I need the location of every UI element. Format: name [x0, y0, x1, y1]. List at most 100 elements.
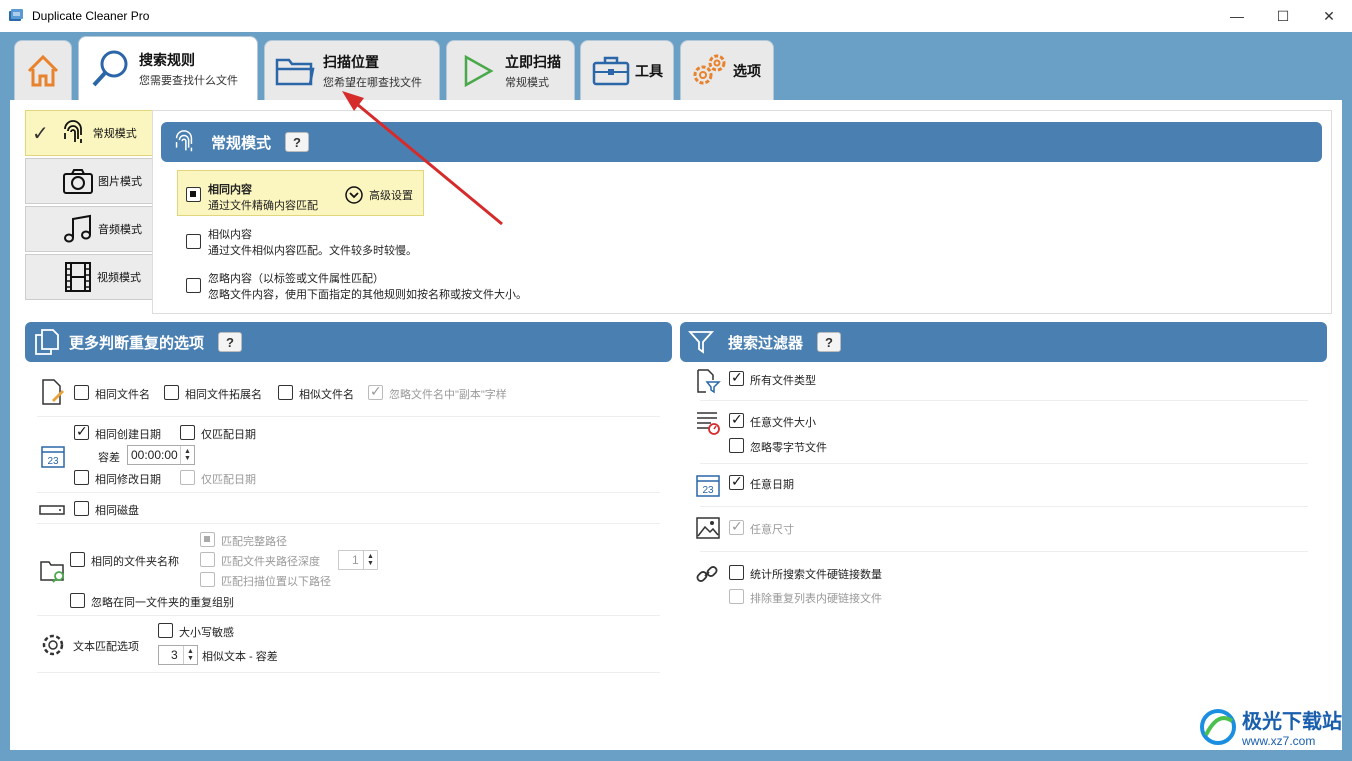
close-button[interactable]: ✕ — [1306, 0, 1352, 32]
spinner-arrows-icon: ▲ ▼ — [183, 646, 197, 664]
gear-icon — [42, 634, 64, 656]
path-depth-label: 匹配文件夹路径深度 — [221, 556, 320, 568]
mode-image-label: 图片模式 — [98, 176, 142, 188]
same-created-checkbox[interactable] — [74, 423, 89, 440]
path-depth-spinner[interactable]: 1 ▲ ▼ — [338, 550, 378, 570]
watermark: 极光下载站 www.xz7.com — [1198, 705, 1342, 748]
any-dimension-checkbox[interactable] — [729, 518, 744, 535]
tolerance-spinner[interactable]: 00:00:00 ▲ ▼ — [127, 445, 195, 465]
count-hardlinks-checkbox[interactable] — [729, 565, 744, 580]
separator — [37, 523, 660, 524]
same-content-title: 相同内容 — [208, 184, 252, 196]
all-file-types-checkbox[interactable] — [729, 369, 744, 386]
copy-icon — [35, 329, 59, 355]
case-sensitive-checkbox[interactable] — [158, 623, 173, 638]
tab-home[interactable] — [14, 40, 72, 100]
exclude-hardlinks-label: 排除重复列表内硬链接文件 — [750, 593, 882, 605]
created-date-only-label: 仅匹配日期 — [201, 429, 256, 441]
any-date-checkbox[interactable] — [729, 473, 744, 490]
music-note-icon — [64, 214, 91, 243]
mode-video-label: 视频模式 — [97, 272, 141, 284]
search-filter-help-button[interactable]: ? — [817, 332, 842, 352]
link-icon — [696, 566, 718, 582]
maximize-button[interactable]: ☐ — [1260, 0, 1306, 32]
below-scan-radio[interactable] — [200, 572, 215, 587]
same-content-radio[interactable] — [186, 187, 201, 202]
ignore-copy-label: 忽略文件名中"副本"字样 — [389, 389, 507, 401]
ignore-zero-byte-checkbox[interactable] — [729, 438, 744, 453]
any-size-checkbox[interactable] — [729, 411, 744, 428]
tab-search-rules[interactable]: 搜索规则 您需要查找什么文件 — [78, 36, 258, 100]
ignore-content-desc: 忽略文件内容，使用下面指定的其他规则如按名称或按文件大小。 — [208, 289, 527, 301]
same-disk-checkbox[interactable] — [74, 501, 89, 516]
same-created-label: 相同创建日期 — [95, 429, 161, 441]
exclude-hardlinks-checkbox[interactable] — [729, 589, 744, 604]
separator — [37, 492, 660, 493]
full-path-label: 匹配完整路径 — [221, 536, 287, 548]
all-file-types-label: 所有文件类型 — [750, 375, 816, 387]
created-date-only-checkbox[interactable] — [180, 425, 195, 440]
same-content-desc: 通过文件精确内容匹配 — [208, 200, 318, 212]
file-size-icon — [697, 412, 720, 435]
folder-icon — [275, 58, 315, 85]
similar-content-title: 相似内容 — [208, 229, 252, 241]
same-folder-name-label: 相同的文件夹名称 — [91, 556, 179, 568]
similar-filename-checkbox[interactable] — [278, 385, 293, 400]
same-modified-checkbox[interactable] — [74, 470, 89, 485]
similar-text-value: 3 — [171, 648, 178, 662]
ignore-content-radio[interactable] — [186, 278, 201, 293]
same-folder-name-checkbox[interactable] — [70, 552, 85, 567]
ignore-copy-checkbox[interactable] — [368, 383, 383, 400]
same-extension-checkbox[interactable] — [164, 385, 179, 400]
normal-mode-help-button[interactable]: ? — [285, 132, 310, 152]
check-icon: ✓ — [32, 122, 49, 145]
similar-content-desc: 通过文件相似内容匹配。文件较多时较慢。 — [208, 245, 417, 257]
same-filename-label: 相同文件名 — [95, 389, 150, 401]
search-filter-title: 搜索过滤器 — [728, 334, 804, 352]
fingerprint-icon — [63, 120, 82, 143]
tab-tools[interactable]: 工具 — [580, 40, 674, 100]
more-options-help-button[interactable]: ? — [218, 332, 243, 352]
case-sensitive-label: 大小写敏感 — [179, 627, 234, 639]
image-icon — [696, 517, 720, 539]
film-icon — [65, 262, 91, 292]
same-filename-checkbox[interactable] — [74, 385, 89, 400]
same-extension-label: 相同文件拓展名 — [185, 389, 262, 401]
path-depth-value: 1 — [352, 553, 359, 567]
more-options-title: 更多判断重复的选项 — [69, 334, 205, 352]
home-icon — [27, 54, 59, 86]
watermark-url: www.xz7.com — [1242, 734, 1316, 748]
svg-text:23: 23 — [47, 456, 59, 467]
tab-search-rules-sub: 您需要查找什么文件 — [139, 74, 238, 87]
separator — [700, 463, 1308, 464]
full-path-radio[interactable] — [200, 532, 215, 547]
title-bar: Duplicate Cleaner Pro — ☐ ✕ — [0, 0, 1352, 32]
similar-content-radio[interactable] — [186, 234, 201, 249]
separator — [37, 672, 660, 673]
calendar-icon: 23 — [41, 446, 65, 468]
ignore-same-folder-checkbox[interactable] — [70, 593, 85, 608]
disk-icon — [39, 505, 65, 515]
folder-search-icon — [40, 561, 64, 583]
mode-image[interactable]: 图片模式 — [25, 158, 153, 204]
path-depth-radio[interactable] — [200, 552, 215, 567]
similar-text-spinner[interactable]: 3 ▲ ▼ — [158, 645, 198, 665]
modified-date-only-checkbox[interactable] — [180, 470, 195, 485]
mode-video[interactable]: 视频模式 — [25, 254, 153, 300]
below-scan-label: 匹配扫描位置以下路径 — [221, 576, 331, 588]
toolbox-icon — [592, 56, 630, 85]
same-modified-label: 相同修改日期 — [95, 474, 161, 486]
mode-audio[interactable]: 音频模式 — [25, 206, 153, 252]
spinner-arrows-icon: ▲ ▼ — [363, 551, 377, 569]
tab-options[interactable]: 选项 — [680, 40, 774, 100]
separator — [700, 506, 1308, 507]
tab-scan-location-label: 扫描位置 — [323, 53, 379, 70]
separator — [37, 416, 660, 417]
minimize-button[interactable]: — — [1214, 0, 1260, 32]
ignore-same-folder-label: 忽略在同一文件夹的重复组别 — [91, 597, 234, 609]
file-filter-icon — [697, 369, 721, 394]
similar-filename-label: 相似文件名 — [299, 389, 354, 401]
search-icon — [92, 50, 128, 86]
filter-icon — [688, 331, 714, 354]
mode-normal[interactable]: ✓ 常规模式 — [25, 110, 153, 156]
